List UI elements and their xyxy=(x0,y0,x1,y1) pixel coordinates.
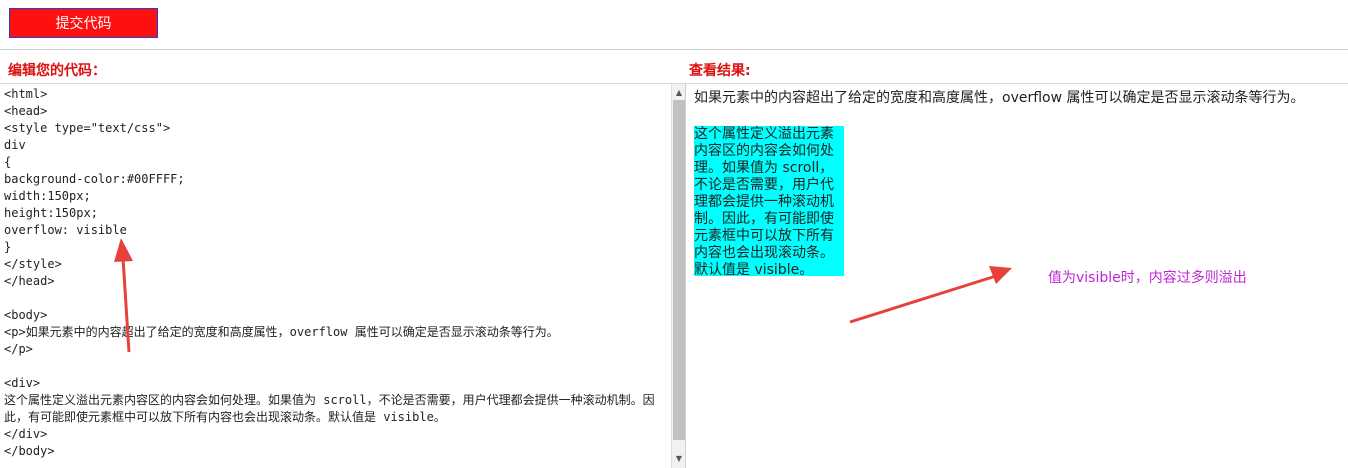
scroll-up-arrow-icon[interactable]: ▲ xyxy=(672,86,686,100)
result-view: 如果元素中的内容超出了给定的宽度和高度属性，overflow 属性可以确定是否显… xyxy=(694,90,1344,278)
toolbar: 提交代码 xyxy=(0,0,1348,50)
code-text[interactable]: <html> <head> <style type="text/css"> di… xyxy=(0,84,671,460)
editor-label: 编辑您的代码： xyxy=(8,63,106,79)
result-paragraph: 如果元素中的内容超出了给定的宽度和高度属性，overflow 属性可以确定是否显… xyxy=(694,90,1305,106)
result-overflow-div: 这个属性定义溢出元素内容区的内容会如何处理。如果值为 scroll，不论是否需要… xyxy=(694,126,844,278)
code-editor[interactable]: <html> <head> <style type="text/css"> di… xyxy=(0,84,671,468)
annotation-text: 值为visible时，内容过多则溢出 xyxy=(1048,270,1247,286)
editor-scrollbar[interactable]: ▲ ▼ xyxy=(671,84,685,468)
submit-code-button[interactable]: 提交代码 xyxy=(9,8,158,38)
scroll-down-arrow-icon[interactable]: ▼ xyxy=(672,452,686,466)
result-label: 查看结果: xyxy=(689,63,751,79)
scroll-thumb[interactable] xyxy=(673,100,685,440)
panel-divider xyxy=(685,84,686,468)
